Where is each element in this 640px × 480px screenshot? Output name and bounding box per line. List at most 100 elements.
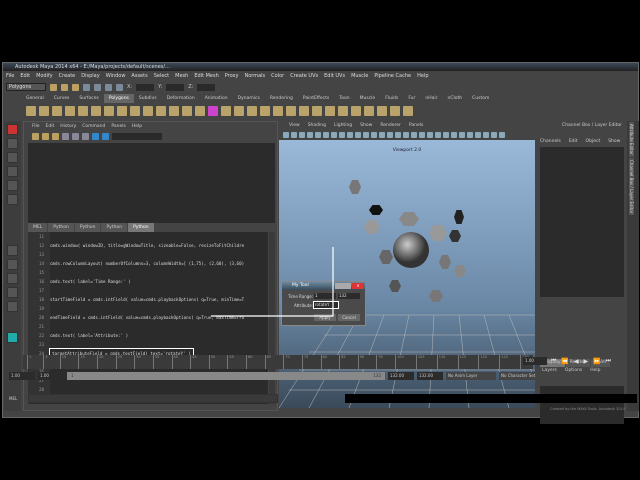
script-menu-file[interactable]: File	[32, 124, 40, 129]
channel-menu-channels[interactable]: Channels	[540, 139, 561, 144]
tab-channel-box[interactable]: Channel Box / Layer Editor	[629, 157, 634, 216]
time-slider[interactable]: 1 5 10 15 20 25 30 35 40 45 50 55 60 65 70 75 80 85 90 95 10…	[23, 355, 533, 369]
save-scene-icon[interactable]	[72, 83, 79, 91]
shelf-tab-fur[interactable]: Fur	[403, 94, 420, 103]
panel-tool-icon[interactable]	[443, 132, 449, 138]
menu-pipeline-cache[interactable]: Pipeline Cache	[374, 73, 411, 79]
shelf-tool-icon[interactable]	[91, 106, 101, 116]
menu-create[interactable]: Create	[59, 73, 76, 79]
menu-window[interactable]: Window	[106, 73, 126, 79]
shelf-tab-subdivs[interactable]: Subdivs	[134, 94, 162, 103]
panel-tool-icon[interactable]	[379, 132, 385, 138]
shelf-tool-icon[interactable]	[182, 106, 192, 116]
layout-outliner-icon[interactable]	[7, 287, 18, 298]
menu-normals[interactable]: Normals	[244, 73, 265, 79]
shelf-tool-icon[interactable]	[26, 106, 36, 116]
menu-edit-uvs[interactable]: Edit UVs	[324, 73, 345, 79]
shelf-tool-icon[interactable]	[169, 106, 179, 116]
panel-tool-icon[interactable]	[307, 132, 313, 138]
shelf-tool-icon[interactable]	[260, 106, 270, 116]
shelf-tab-muscle[interactable]: Muscle	[355, 94, 381, 103]
script-tab-python[interactable]: Python	[128, 223, 154, 232]
shelf-tool-icon[interactable]	[117, 106, 127, 116]
shelf-tool-icon[interactable]	[156, 106, 166, 116]
channel-menu-edit[interactable]: Edit	[569, 139, 578, 144]
ipr-icon[interactable]	[116, 83, 123, 91]
viewport-menu-show[interactable]: Show	[360, 123, 372, 128]
z-field[interactable]	[197, 83, 216, 91]
shelf-tab-polygons[interactable]: Polygons	[103, 94, 134, 103]
panel-tool-icon[interactable]	[459, 132, 465, 138]
panel-tool-icon[interactable]	[403, 132, 409, 138]
shelf-tool-icon[interactable]	[234, 106, 244, 116]
character-set-select[interactable]: No Character Set	[499, 372, 554, 380]
dialog-minimize-button[interactable]	[335, 283, 351, 289]
panel-tool-icon[interactable]	[427, 132, 433, 138]
script-tab-python[interactable]: Python	[48, 223, 74, 232]
shelf-tool-icon[interactable]	[377, 106, 387, 116]
shelf-tool-icon[interactable]	[299, 106, 309, 116]
viewport-menu-view[interactable]: View	[289, 123, 300, 128]
step-forward-icon[interactable]: ⏩	[593, 358, 600, 365]
command-language-label[interactable]: MEL	[9, 396, 25, 401]
panel-tool-icon[interactable]	[387, 132, 393, 138]
shelf-tool-icon[interactable]	[273, 106, 283, 116]
panel-tool-icon[interactable]	[323, 132, 329, 138]
shelf-tool-icon[interactable]	[52, 106, 62, 116]
script-tab-mel[interactable]: MEL	[28, 223, 48, 232]
script-menu-edit[interactable]: Edit	[46, 124, 55, 129]
shelf-tool-icon[interactable]	[364, 106, 374, 116]
shelf-tab-dynamics[interactable]: Dynamics	[233, 94, 265, 103]
script-menu-help[interactable]: Help	[132, 124, 142, 129]
viewport-menu-panels[interactable]: Panels	[409, 123, 423, 128]
select-mode-icon[interactable]	[83, 83, 90, 91]
snap-icon[interactable]	[94, 83, 101, 91]
viewport-menu-shading[interactable]: Shading	[308, 123, 326, 128]
layout-side-icon[interactable]	[7, 273, 18, 284]
menu-assets[interactable]: Assets	[131, 73, 147, 79]
script-tab-python[interactable]: Python	[101, 223, 128, 232]
shelf-tool-icon[interactable]	[286, 106, 296, 116]
shelf-tool-icon[interactable]	[195, 106, 205, 116]
shelf-tab-curves[interactable]: Curves	[49, 94, 75, 103]
shelf-tab-painteffects[interactable]: PaintEffects	[298, 94, 334, 103]
range-slider[interactable]: 1 132	[67, 372, 385, 380]
execute-icon[interactable]	[102, 132, 109, 140]
shelf-tab-nhair[interactable]: nHair	[420, 94, 442, 103]
panel-tool-icon[interactable]	[451, 132, 457, 138]
channel-menu-object[interactable]: Object	[586, 139, 601, 144]
playback-end-field[interactable]: 132.00	[388, 372, 414, 380]
shelf-tool-icon[interactable]	[338, 106, 348, 116]
clear-history-icon[interactable]	[62, 132, 69, 140]
clear-all-icon[interactable]	[82, 132, 89, 140]
script-menu-panels[interactable]: Panels	[111, 124, 125, 129]
panel-tool-icon[interactable]	[315, 132, 321, 138]
shelf-tool-icon[interactable]	[208, 106, 218, 116]
step-back-key-icon[interactable]: ⏪	[561, 358, 568, 365]
panel-tool-icon[interactable]	[395, 132, 401, 138]
shelf-tool-icon[interactable]	[351, 106, 361, 116]
source-script-icon[interactable]	[42, 132, 49, 140]
go-to-end-icon[interactable]: ⏭	[606, 357, 611, 365]
panel-tool-icon[interactable]	[475, 132, 481, 138]
shelf-tab-custom[interactable]: Custom	[467, 94, 494, 103]
menu-set-select[interactable]: Polygons	[6, 83, 46, 91]
dialog-close-button[interactable]: ✕	[352, 283, 364, 289]
shelf-tool-icon[interactable]	[247, 106, 257, 116]
panel-tool-icon[interactable]	[499, 132, 505, 138]
menu-modify[interactable]: Modify	[36, 73, 53, 79]
shelf-tool-icon[interactable]	[65, 106, 75, 116]
shelf-tool-icon[interactable]	[390, 106, 400, 116]
shelf-tool-icon[interactable]	[325, 106, 335, 116]
end-time-input[interactable]: 132	[338, 293, 360, 299]
paint-select-icon[interactable]	[7, 152, 18, 163]
panel-tool-icon[interactable]	[467, 132, 473, 138]
menu-edit-mesh[interactable]: Edit Mesh	[194, 73, 218, 79]
current-frame-field[interactable]: 1.00	[523, 357, 547, 365]
panel-tool-icon[interactable]	[331, 132, 337, 138]
panel-tool-icon[interactable]	[283, 132, 289, 138]
shelf-tool-icon[interactable]	[403, 106, 413, 116]
end-time-field[interactable]: 132.00	[417, 372, 443, 380]
rotate-tool-icon[interactable]	[7, 180, 18, 191]
shelf-tool-icon[interactable]	[39, 106, 49, 116]
